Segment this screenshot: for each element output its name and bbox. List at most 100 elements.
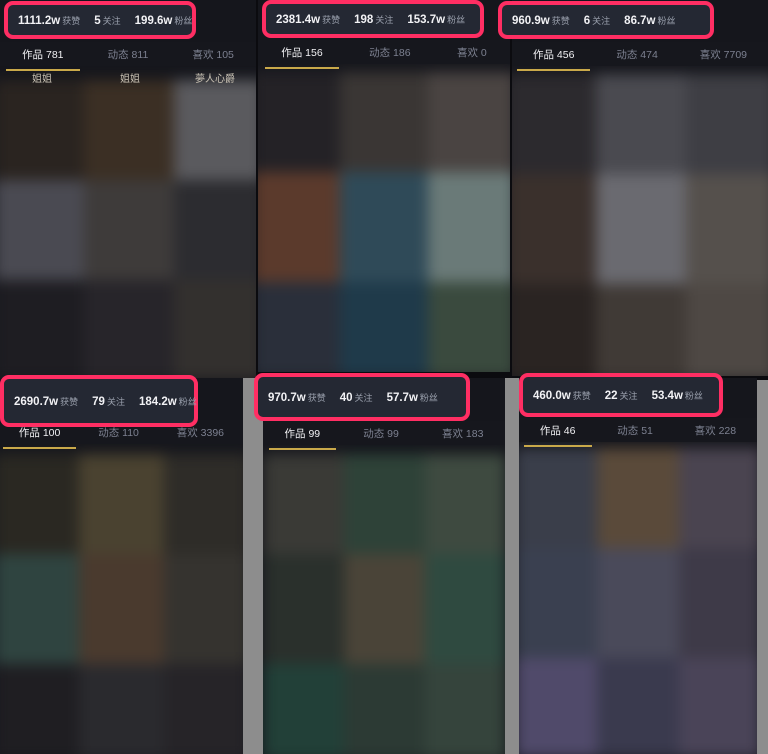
video-thumbnail[interactable] — [686, 174, 768, 284]
video-thumbnail[interactable] — [0, 664, 79, 754]
video-thumbnail[interactable] — [596, 284, 686, 376]
video-thumbnail[interactable] — [597, 448, 679, 548]
profile-screenshot-4: 作品 100 动态 110 喜欢 3396 — [0, 378, 243, 754]
video-thumbnail[interactable] — [344, 454, 425, 554]
tab-works[interactable]: 作品 46 — [523, 420, 592, 447]
following-stat[interactable]: 5 关注 — [94, 14, 120, 27]
followers-stat[interactable]: 199.6w 粉丝 — [135, 14, 193, 27]
likes-stat: 1111.2w 获赞 — [18, 14, 81, 27]
video-thumbnail[interactable] — [512, 74, 596, 174]
video-thumbnail[interactable] — [519, 658, 597, 754]
followers-stat[interactable]: 86.7w 粉丝 — [624, 14, 675, 27]
video-thumbnail[interactable] — [164, 664, 243, 754]
video-thumbnail[interactable] — [340, 172, 428, 282]
video-thumbnail[interactable] — [258, 72, 340, 172]
video-thumbnail[interactable] — [174, 180, 256, 280]
video-thumbnail[interactable] — [174, 280, 256, 378]
video-thumbnail[interactable] — [679, 448, 757, 548]
following-stat[interactable]: 6 关注 — [584, 14, 610, 27]
video-thumbnail[interactable] — [0, 180, 84, 280]
tab-likes[interactable]: 喜欢 228 — [689, 420, 742, 441]
followers-stat[interactable]: 184.2w 粉丝 — [139, 395, 197, 408]
separator — [243, 378, 263, 754]
tab-posts[interactable]: 动态 99 — [357, 423, 405, 444]
video-thumbnail[interactable] — [425, 664, 505, 754]
video-thumbnail[interactable] — [164, 454, 243, 554]
video-thumbnail[interactable] — [428, 72, 510, 172]
video-thumbnail[interactable] — [0, 280, 84, 378]
profile-stats-highlight: 1111.2w 获赞 5 关注 199.6w 粉丝 — [4, 1, 196, 39]
likes-stat: 2381.4w 获赞 — [276, 13, 341, 26]
video-thumbnail[interactable] — [519, 548, 597, 658]
video-thumbnail[interactable] — [84, 80, 174, 180]
followers-stat[interactable]: 153.7w 粉丝 — [407, 13, 465, 26]
profile-screenshot-3: 作品 456 动态 474 喜欢 7709 — [512, 0, 768, 376]
followers-stat[interactable]: 57.7w 粉丝 — [387, 391, 438, 404]
thumb-title: 姐姐 — [32, 74, 52, 85]
video-grid — [512, 74, 768, 376]
profile-tabs: 作品 99 动态 99 喜欢 183 — [263, 421, 505, 450]
tab-works[interactable]: 作品 456 — [516, 44, 591, 71]
video-thumbnail[interactable] — [344, 664, 425, 754]
video-thumbnail[interactable] — [84, 180, 174, 280]
video-thumbnail[interactable] — [597, 548, 679, 658]
profile-stats-highlight: 460.0w 获赞 22 关注 53.4w 粉丝 — [519, 373, 723, 417]
following-stat[interactable]: 40 关注 — [340, 391, 373, 404]
video-grid — [0, 454, 243, 754]
video-thumbnail[interactable] — [686, 74, 768, 174]
video-thumbnail[interactable] — [79, 664, 164, 754]
video-grid — [258, 72, 510, 372]
video-thumbnail[interactable] — [258, 172, 340, 282]
video-thumbnail[interactable] — [686, 284, 768, 376]
video-thumbnail[interactable] — [79, 554, 164, 664]
video-thumbnail[interactable] — [84, 280, 174, 378]
video-thumbnail[interactable] — [428, 172, 510, 282]
thumb-title: 姐姐 — [120, 74, 140, 85]
following-stat[interactable]: 198 关注 — [354, 13, 393, 26]
likes-stat: 460.0w 获赞 — [533, 389, 591, 402]
video-thumbnail[interactable] — [263, 454, 344, 554]
following-stat[interactable]: 79 关注 — [92, 395, 125, 408]
video-thumbnail[interactable] — [597, 658, 679, 754]
profile-stats-highlight: 970.7w 获赞 40 关注 57.7w 粉丝 — [254, 373, 470, 421]
video-thumbnail[interactable] — [263, 664, 344, 754]
video-thumbnail[interactable] — [79, 454, 164, 554]
video-thumbnail[interactable] — [679, 658, 757, 754]
video-thumbnail[interactable] — [344, 554, 425, 664]
tab-posts[interactable]: 动态 186 — [363, 42, 416, 63]
separator — [505, 378, 519, 754]
following-stat[interactable]: 22 关注 — [605, 389, 638, 402]
followers-stat[interactable]: 53.4w 粉丝 — [652, 389, 703, 402]
profile-stats-highlight: 2381.4w 获赞 198 关注 153.7w 粉丝 — [262, 0, 484, 38]
video-thumbnail[interactable] — [174, 80, 256, 180]
video-thumbnail[interactable] — [512, 284, 596, 376]
video-thumbnail[interactable] — [519, 448, 597, 548]
video-thumbnail[interactable] — [263, 554, 344, 664]
video-thumbnail[interactable] — [679, 548, 757, 658]
profile-screenshot-1: 作品 781 动态 811 喜欢 105 姐姐 姐姐 夢人心爵 — [0, 0, 256, 378]
video-thumbnail[interactable] — [596, 74, 686, 174]
video-thumbnail[interactable] — [258, 282, 340, 372]
tab-posts[interactable]: 动态 51 — [611, 420, 659, 441]
video-thumbnail[interactable] — [164, 554, 243, 664]
video-thumbnail[interactable] — [0, 80, 84, 180]
video-thumbnail[interactable] — [512, 174, 596, 284]
video-thumbnail[interactable] — [0, 454, 79, 554]
tab-likes[interactable]: 喜欢 7709 — [694, 44, 753, 65]
tab-works[interactable]: 作品 781 — [5, 44, 81, 71]
tab-likes[interactable]: 喜欢 0 — [451, 42, 493, 63]
video-thumbnail[interactable] — [340, 282, 428, 372]
video-thumbnail[interactable] — [0, 554, 79, 664]
tab-posts[interactable]: 动态 811 — [102, 44, 155, 65]
video-thumbnail[interactable] — [340, 72, 428, 172]
video-thumbnail[interactable] — [428, 282, 510, 372]
video-grid — [519, 448, 757, 754]
tab-works[interactable]: 作品 99 — [268, 423, 336, 450]
tab-works[interactable]: 作品 156 — [265, 42, 340, 69]
tab-likes[interactable]: 喜欢 183 — [436, 423, 489, 444]
tab-likes[interactable]: 喜欢 105 — [186, 44, 239, 65]
tab-posts[interactable]: 动态 474 — [610, 44, 663, 65]
video-thumbnail[interactable] — [425, 454, 505, 554]
video-thumbnail[interactable] — [425, 554, 505, 664]
video-thumbnail[interactable] — [596, 174, 686, 284]
